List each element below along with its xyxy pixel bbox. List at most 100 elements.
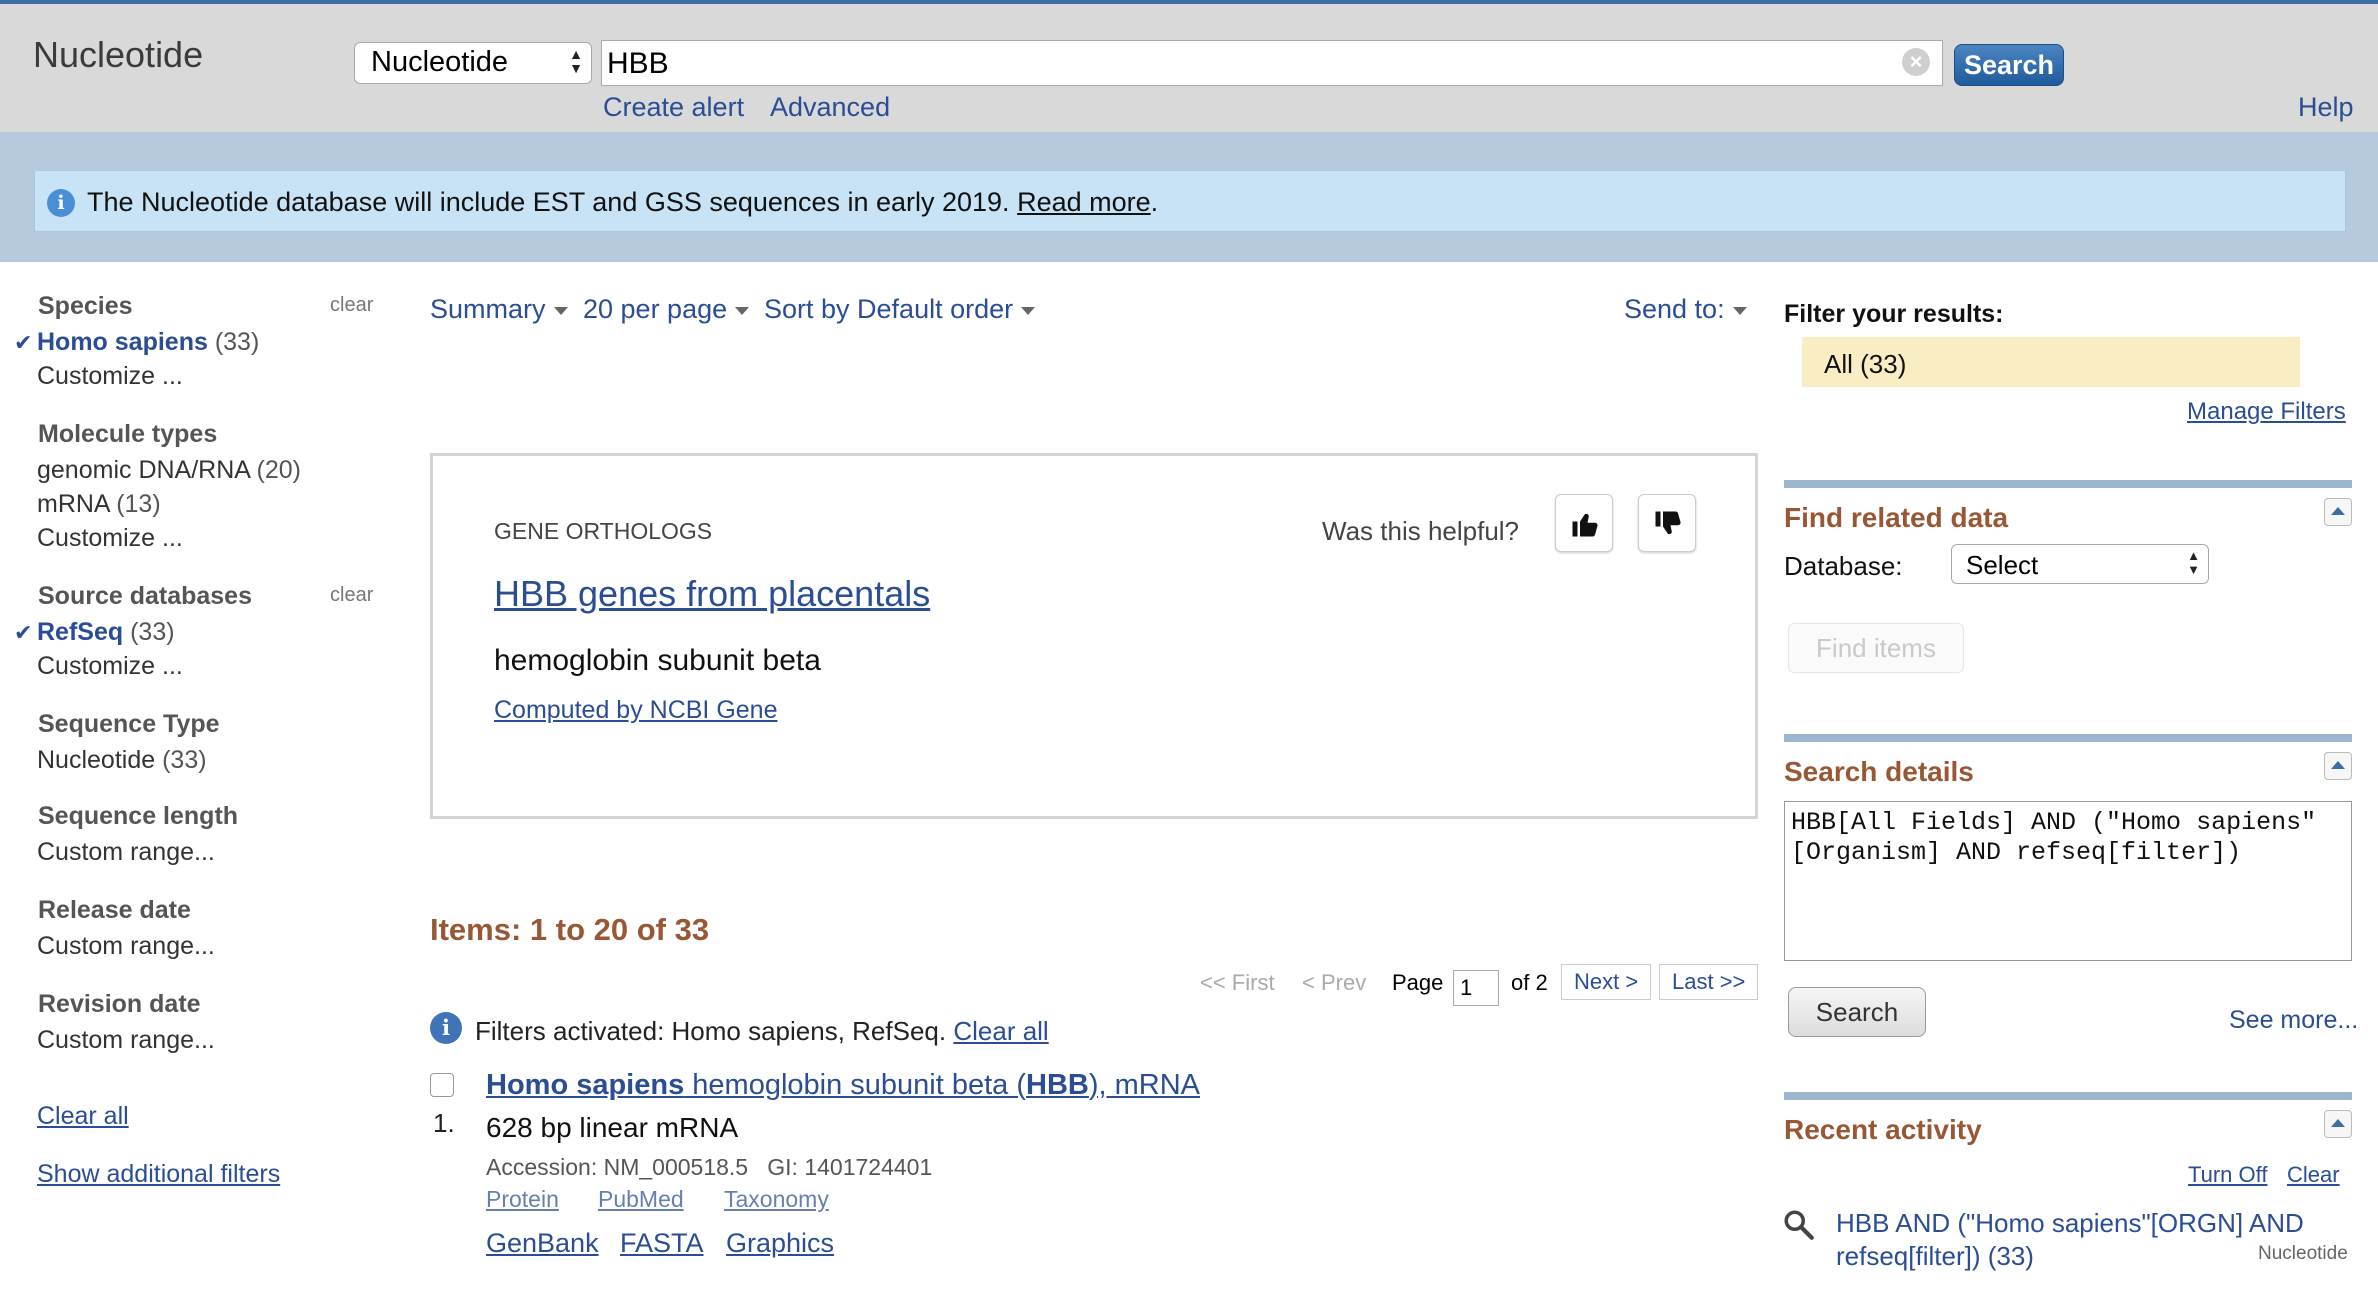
search-button[interactable]: Search <box>1954 44 2064 86</box>
banner-suffix: . <box>1150 187 1159 217</box>
summary-menu[interactable]: Summary <box>430 294 568 325</box>
pager-next[interactable]: Next > <box>1561 964 1652 1000</box>
thumbs-down-button[interactable] <box>1638 494 1696 552</box>
clear-search-icon[interactable]: × <box>1902 48 1930 76</box>
facet-release-heading: Release date <box>38 896 191 924</box>
taxonomy-link[interactable]: Taxonomy <box>724 1186 829 1213</box>
show-additional-filters-link[interactable]: Show additional filters <box>37 1160 280 1189</box>
clear-recent-link[interactable]: Clear <box>2287 1162 2340 1188</box>
advanced-link[interactable]: Advanced <box>770 92 890 123</box>
filters-activated: Filters activated: Homo sapiens, RefSeq.… <box>475 1016 1049 1047</box>
recent-activity-entry[interactable]: HBB AND ("Homo sapiens"[ORGN] AND refseq… <box>1836 1207 2306 1273</box>
orthologs-source-link[interactable]: Computed by NCBI Gene <box>494 696 777 725</box>
collapse-icon <box>2331 1119 2345 1127</box>
facet-count: (33) <box>130 618 175 646</box>
facet-source-clear[interactable]: clear <box>330 584 373 607</box>
see-more-link[interactable]: See more... <box>2229 1006 2358 1035</box>
find-items-button[interactable]: Find items <box>1788 623 1964 673</box>
result-description: 628 bp linear mRNA <box>486 1112 739 1143</box>
facet-release-item[interactable]: Custom range... <box>37 932 215 961</box>
sort-label: Sort by Default order <box>764 294 1014 324</box>
pager-last[interactable]: Last >> <box>1659 964 1759 1000</box>
facet-species-clear[interactable]: clear <box>330 294 373 317</box>
thumbs-up-button[interactable] <box>1555 494 1613 552</box>
result-accession: Accession: NM_000518.5 GI: 1401724401 <box>486 1154 933 1180</box>
send-to-label: Send to: <box>1624 294 1725 324</box>
pager-prev: < Prev <box>1302 970 1367 995</box>
clear-all-filters-link[interactable]: Clear all <box>953 1016 1048 1046</box>
search-details-search-button[interactable]: Search <box>1788 987 1926 1037</box>
per-page-label: 20 per page <box>583 294 728 324</box>
sort-menu[interactable]: Sort by Default order <box>764 294 1036 325</box>
thumbs-down-icon <box>1655 511 1681 534</box>
facet-count: (20) <box>256 456 301 484</box>
facet-source-customize[interactable]: Customize ... <box>37 652 183 681</box>
collapse-search-details-button[interactable] <box>2324 752 2352 780</box>
database-select-value: Nucleotide <box>371 46 509 78</box>
create-alert-link[interactable]: Create alert <box>603 92 744 123</box>
facet-revision-item[interactable]: Custom range... <box>37 1026 215 1055</box>
facet-count: (33) <box>214 328 260 356</box>
facet-label: RefSeq <box>37 618 124 646</box>
facet-species-selected[interactable]: Homo sapiens (33) <box>37 328 259 357</box>
facet-source-heading: Source databases <box>38 582 252 610</box>
search-icon <box>1784 1210 1814 1240</box>
search-details-heading: Search details <box>1784 756 1974 787</box>
banner-message: The Nucleotide database will include EST… <box>87 187 1010 217</box>
graphics-link[interactable]: Graphics <box>726 1228 834 1259</box>
manage-filters-link[interactable]: Manage Filters <box>2187 398 2346 426</box>
pager-page-label: Page <box>1392 970 1444 995</box>
search-input[interactable]: HBB <box>601 40 1943 86</box>
select-arrows-icon: ▲ ▼ <box>569 46 583 76</box>
helpful-prompt: Was this helpful? <box>1322 516 1520 546</box>
facet-label: mRNA <box>37 490 110 518</box>
facet-molecule-customize[interactable]: Customize ... <box>37 524 183 553</box>
filter-tab-notch <box>1784 337 1802 387</box>
pubmed-link[interactable]: PubMed <box>598 1186 684 1213</box>
search-details-textarea[interactable]: HBB[All Fields] AND ("Homo sapiens"[Orga… <box>1784 801 2352 961</box>
clear-all-facets-link[interactable]: Clear all <box>37 1102 129 1131</box>
orthologs-label: GENE ORTHOLOGS <box>494 518 713 544</box>
result-title-organism: Homo sapiens <box>486 1069 685 1101</box>
facet-seqtype-heading: Sequence Type <box>38 710 220 738</box>
filter-all-label: All (33) <box>1824 349 1907 379</box>
pager-of: of 2 <box>1511 970 1548 995</box>
facet-seqtype-item[interactable]: Nucleotide (33) <box>37 746 207 775</box>
facet-seqlength-item[interactable]: Custom range... <box>37 838 215 867</box>
genbank-link[interactable]: GenBank <box>486 1228 599 1259</box>
facet-label: Homo sapiens <box>37 328 208 356</box>
collapse-find-related-button[interactable] <box>2324 498 2352 526</box>
orthologs-description: hemoglobin subunit beta <box>494 644 821 677</box>
dropdown-arrow-icon <box>735 306 750 315</box>
page-number-input[interactable]: 1 <box>1453 970 1499 1006</box>
result-checkbox[interactable] <box>430 1073 454 1097</box>
database-select[interactable]: Nucleotide ▲ ▼ <box>354 42 592 84</box>
filter-results-heading: Filter your results: <box>1784 300 2004 328</box>
facet-source-selected[interactable]: RefSeq (33) <box>37 618 175 647</box>
result-title-link[interactable]: Homo sapiens hemoglobin subunit beta (HB… <box>486 1069 1200 1102</box>
per-page-menu[interactable]: 20 per page <box>583 294 750 325</box>
find-related-heading: Find related data <box>1784 502 2009 533</box>
result-title-text: hemoglobin subunit beta ( <box>684 1069 1027 1101</box>
facet-species-heading: Species <box>38 292 133 320</box>
facet-molecule-item[interactable]: mRNA (13) <box>37 490 161 519</box>
items-count-heading: Items: 1 to 20 of 33 <box>430 912 710 947</box>
facet-molecule-heading: Molecule types <box>38 420 218 448</box>
turn-off-link[interactable]: Turn Off <box>2188 1162 2267 1188</box>
select-arrows-icon: ▲ ▼ <box>2187 548 2200 577</box>
facet-count: (33) <box>162 746 207 774</box>
facet-count: (13) <box>116 490 161 518</box>
orthologs-link[interactable]: HBB genes from placentals <box>494 573 930 615</box>
send-to-menu[interactable]: Send to: <box>1624 294 1747 325</box>
help-link[interactable]: Help <box>2298 92 2354 123</box>
summary-label: Summary <box>430 294 546 324</box>
info-icon: i <box>430 1012 462 1044</box>
read-more-link[interactable]: Read more <box>1017 187 1151 217</box>
facet-species-customize[interactable]: Customize ... <box>37 362 183 391</box>
related-database-select[interactable]: Select ▲ ▼ <box>1951 544 2209 584</box>
fasta-link[interactable]: FASTA <box>620 1228 704 1259</box>
collapse-recent-activity-button[interactable] <box>2324 1110 2352 1138</box>
protein-link[interactable]: Protein <box>486 1186 559 1213</box>
database-label: Database: <box>1784 551 1903 581</box>
facet-molecule-item[interactable]: genomic DNA/RNA (20) <box>37 456 301 485</box>
